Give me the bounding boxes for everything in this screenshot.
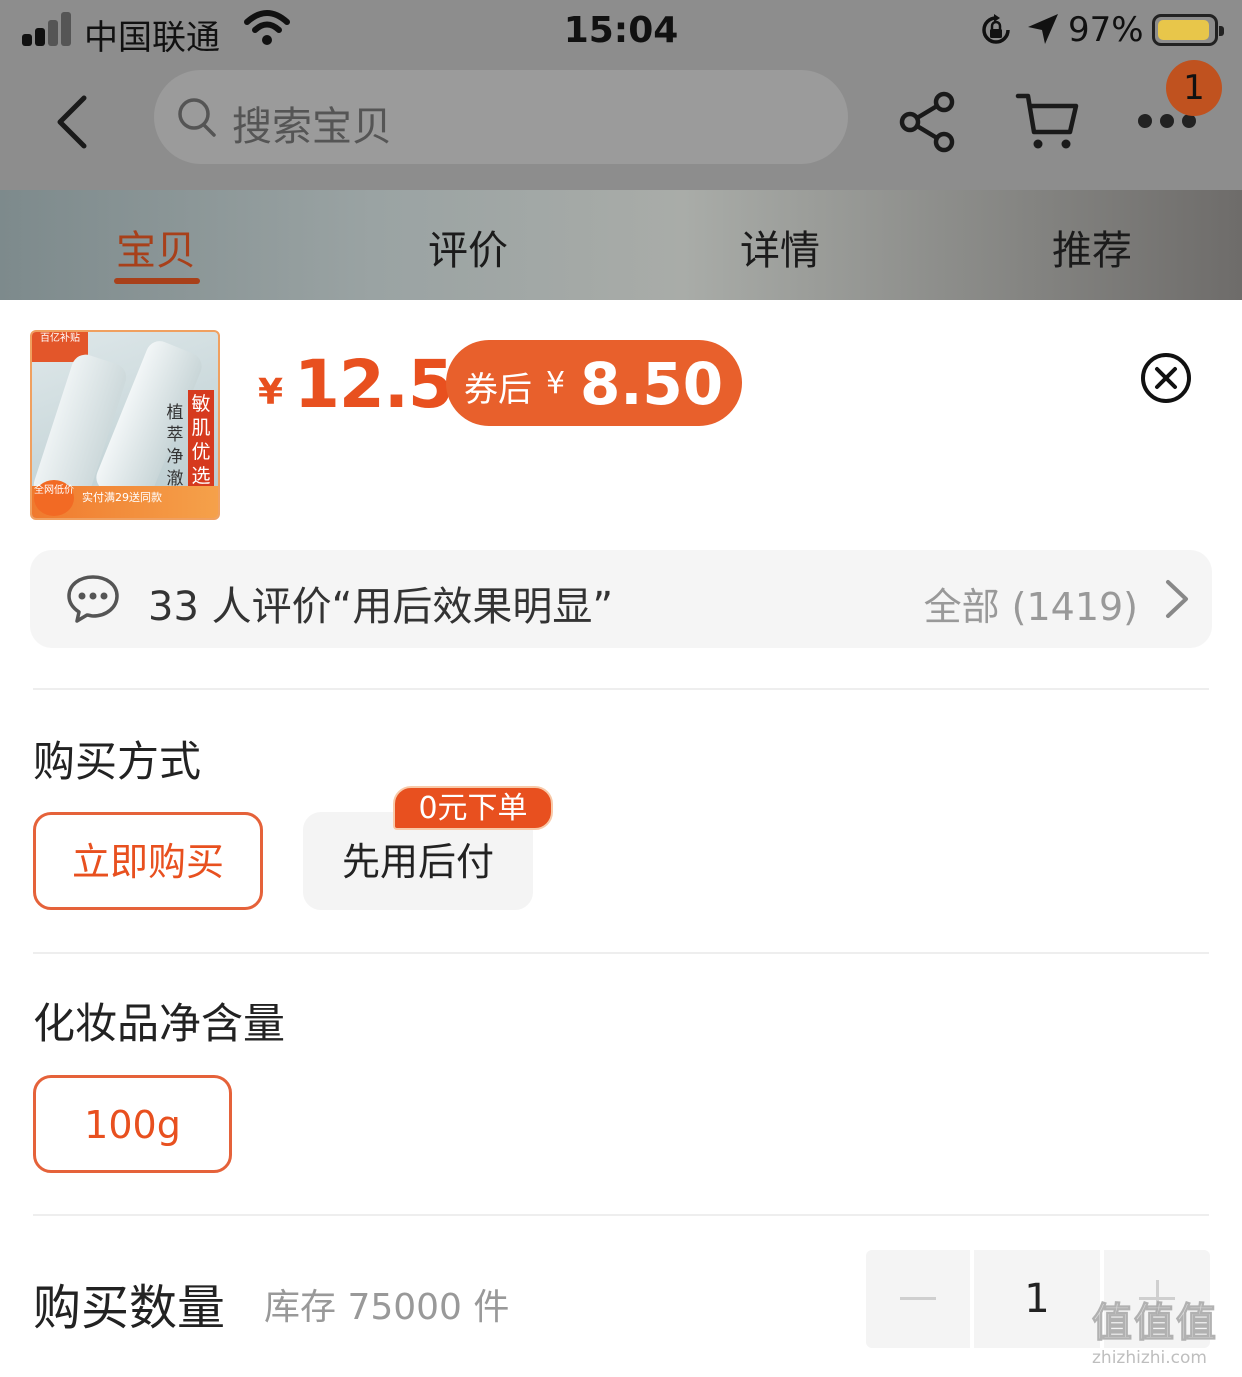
coupon-price-pill: 券后 ¥ 8.50 — [446, 340, 742, 426]
battery-icon — [1152, 14, 1224, 46]
volume-title: 化妆品净含量 — [33, 999, 286, 1048]
option-100g[interactable]: 100g — [33, 1075, 232, 1173]
thumb-promo-text: 实付满29送同款 — [82, 491, 162, 504]
share-button[interactable] — [898, 90, 958, 154]
nav-bar: 搜索宝贝 1 — [0, 60, 1242, 174]
thumb-promo-strip: 全网低价 实付满29送同款 — [32, 480, 218, 518]
quantity-value[interactable]: 1 — [974, 1250, 1100, 1348]
coupon-currency: ¥ — [546, 366, 566, 401]
cart-button[interactable] — [1014, 88, 1080, 154]
status-bar: 中国联通 15:04 97% — [0, 0, 1242, 64]
review-all-link[interactable]: 全部 (1419) — [924, 576, 1138, 631]
tab-reviews[interactable]: 评价 — [388, 218, 548, 276]
background-page: 中国联通 15:04 97% 搜索宝贝 1 宝贝 评价 详情 推荐 — [0, 0, 1242, 300]
review-summary-bar[interactable]: 33 人评价“用后效果明显” 全部 (1419) — [30, 550, 1212, 648]
search-input[interactable]: 搜索宝贝 — [154, 70, 848, 164]
stock-count: 库存 75000 件 — [264, 1287, 510, 1328]
purchase-mode-title: 购买方式 — [33, 737, 202, 786]
watermark: 值值值 zhizhizhi.com — [1092, 1290, 1240, 1370]
review-highlight-text: 33 人评价“用后效果明显” — [148, 584, 614, 630]
thumb-lowest-tag: 全网低价 — [34, 480, 74, 516]
close-button[interactable] — [1140, 352, 1192, 404]
search-placeholder: 搜索宝贝 — [232, 104, 392, 150]
sku-sheet: 百亿补贴 植萃净澈 敏肌优选 全网低价 实付满29送同款 ¥ 12.5 券后 ¥… — [0, 300, 1242, 1377]
divider — [33, 1214, 1209, 1216]
search-icon — [178, 98, 216, 137]
thumb-vertical-text: 植萃净澈 — [166, 403, 184, 489]
tab-bar: 宝贝 评价 详情 推荐 — [0, 210, 1242, 290]
option-buy-now[interactable]: 立即购买 — [33, 812, 263, 910]
pay-later-tag: 0元下单 — [393, 786, 553, 830]
coupon-price: 8.50 — [580, 350, 724, 418]
chevron-right-icon — [1166, 580, 1188, 618]
product-thumbnail[interactable]: 百亿补贴 植萃净澈 敏肌优选 全网低价 实付满29送同款 — [30, 330, 220, 520]
tab-recommend[interactable]: 推荐 — [1012, 218, 1172, 276]
watermark-logo: 值值值 — [1092, 1300, 1218, 1347]
decrement-button[interactable] — [866, 1250, 970, 1348]
location-arrow-icon — [1028, 14, 1058, 44]
tab-active-indicator — [114, 278, 200, 284]
watermark-url: zhizhizhi.com — [1092, 1348, 1207, 1368]
price: 12.5 — [294, 346, 454, 423]
divider — [33, 952, 1209, 954]
coupon-label: 券后 — [464, 370, 532, 410]
quantity-title: 购买数量 — [33, 1280, 226, 1336]
price-currency: ¥ — [258, 372, 284, 413]
back-button[interactable] — [46, 92, 102, 152]
thumb-vertical-tag: 敏肌优选 — [188, 390, 214, 490]
battery-percentage: 97% — [1068, 10, 1144, 50]
rotation-lock-icon — [982, 14, 1010, 44]
tab-details[interactable]: 详情 — [700, 218, 860, 276]
divider — [33, 688, 1209, 690]
notification-badge: 1 — [1166, 60, 1222, 116]
tab-item[interactable]: 宝贝 — [76, 218, 236, 276]
chat-bubble-icon — [67, 575, 119, 623]
